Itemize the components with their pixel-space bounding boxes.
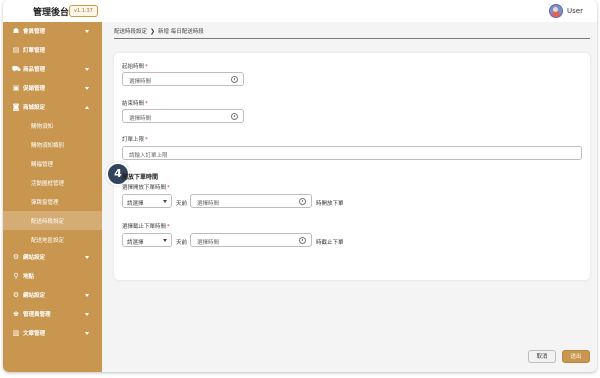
- breadcrumb-parent[interactable]: 配送時段設定: [114, 29, 147, 35]
- sidebar-sub-label: 購福管理: [31, 162, 54, 168]
- article-icon: ▥: [12, 329, 20, 337]
- gear-icon: ⚙: [12, 253, 20, 261]
- chevron-down-icon: [85, 30, 89, 33]
- sidebar-item-products[interactable]: ⛟ 商品管理: [3, 60, 102, 78]
- form-card: 起始時間* 選擇時間 結束時間* 選擇時間 訂單上限* 請輸入訂單上限 4 開放…: [106, 53, 590, 280]
- close-time-label: 選擇截止下單時間*: [122, 224, 170, 230]
- admins-icon: ♚: [12, 310, 20, 318]
- sidebar-item-label: 促銷管理: [23, 86, 46, 92]
- app-window: 管理後台 v1.1.37 User ☗ 會員管理 ▤ 訂單管理 ⛟ 商品管理 ▣…: [3, 0, 597, 372]
- sidebar-sub-label: 配送地區設定: [31, 238, 65, 244]
- chevron-right-icon: ❯: [150, 28, 156, 35]
- open-time-label: 選擇開放下單時間*: [122, 185, 170, 191]
- cancel-button[interactable]: 取消: [528, 350, 556, 363]
- open-order-section-title: 開放下單時間: [122, 174, 159, 181]
- sidebar-sub-item-active[interactable]: 配送時段設定: [3, 211, 102, 230]
- store-icon: ◙: [12, 103, 20, 111]
- sidebar-sub-label: 活動圖框管理: [31, 181, 65, 187]
- sidebar-sub-label: 配送時段設定: [31, 219, 65, 225]
- main-content: 配送時段設定 ❯ 新增 每日配送時段 起始時間* 選擇時間 結束時間* 選擇時間 訂…: [102, 22, 597, 372]
- sidebar-item-label: 訂單管理: [23, 48, 46, 54]
- breadcrumb-divider: [114, 38, 590, 39]
- end-time-input[interactable]: 選擇時間: [122, 109, 244, 123]
- open-days-select[interactable]: 請選擇: [122, 194, 172, 208]
- member-icon: ☗: [12, 27, 20, 35]
- sidebar-item-locations[interactable]: ⚲ 地點: [3, 267, 102, 285]
- user-name[interactable]: User: [567, 7, 583, 15]
- sidebar-item-members[interactable]: ☗ 會員管理: [3, 22, 102, 40]
- breadcrumb: 配送時段設定 ❯ 新增 每日配送時段: [114, 27, 204, 35]
- sidebar-sub-item[interactable]: 彈跳窗管理: [3, 192, 102, 211]
- sidebar-item-label: 商品管理: [23, 67, 46, 73]
- sidebar-item-label: 商城設定: [23, 105, 46, 111]
- sidebar: ☗ 會員管理 ▤ 訂單管理 ⛟ 商品管理 ▣ 促銷管理 ◙ 商城設定 購物須知 …: [3, 22, 102, 372]
- chevron-down-icon: [85, 313, 89, 316]
- sidebar-item-articles[interactable]: ▥ 文章管理: [3, 324, 102, 342]
- chevron-down-icon: [85, 332, 89, 335]
- clock-icon: [299, 198, 306, 205]
- sidebar-sub-label: 彈跳窗管理: [31, 200, 59, 206]
- chevron-down-icon: [85, 68, 89, 71]
- sidebar-item-label: 網站設定: [23, 255, 46, 261]
- sidebar-sub-item[interactable]: 購物須知: [3, 116, 102, 135]
- sidebar-sub-item[interactable]: 購福管理: [3, 154, 102, 173]
- order-icon: ▤: [12, 46, 20, 54]
- start-time-label: 起始時間*: [122, 64, 148, 70]
- brand-title: 管理後台: [33, 8, 70, 18]
- sidebar-item-site-settings-2[interactable]: ⚙ 網站設定: [3, 286, 102, 304]
- sidebar-sub-item[interactable]: 配送地區設定: [3, 230, 102, 249]
- sidebar-item-promotions[interactable]: ▣ 促銷管理: [3, 79, 102, 97]
- chevron-down-icon: [163, 239, 167, 242]
- sidebar-sub-label: 購物須知: [31, 124, 54, 130]
- start-time-input[interactable]: 選擇時間: [122, 72, 244, 86]
- sidebar-sub-label: 購物須知類別: [31, 143, 65, 149]
- sidebar-item-label: 網站設定: [23, 293, 46, 299]
- sidebar-item-admins[interactable]: ♚ 管理員管理: [3, 305, 102, 323]
- clock-icon: [231, 113, 238, 120]
- user-avatar-icon[interactable]: [549, 4, 564, 18]
- sidebar-item-label: 文章管理: [23, 331, 46, 337]
- top-bar: 管理後台 v1.1.37 User: [3, 0, 597, 22]
- sidebar-item-label: 管理員管理: [23, 312, 51, 318]
- version-badge: v1.1.37: [69, 5, 98, 17]
- chevron-down-icon: [85, 87, 89, 90]
- clock-icon: [299, 237, 306, 244]
- sidebar-item-label: 會員管理: [23, 29, 46, 35]
- sidebar-sub-item[interactable]: 購物須知類別: [3, 135, 102, 154]
- chevron-up-icon: [85, 106, 89, 109]
- chevron-down-icon: [163, 200, 167, 203]
- chevron-down-icon: [85, 256, 89, 259]
- promo-icon: ▣: [12, 84, 20, 92]
- sidebar-item-orders[interactable]: ▤ 訂單管理: [3, 41, 102, 59]
- order-limit-input[interactable]: 請輸入訂單上限: [122, 146, 582, 160]
- sidebar-item-store-settings[interactable]: ◙ 商城設定: [3, 98, 102, 116]
- chevron-down-icon: [85, 294, 89, 297]
- gear-icon: ⚙: [12, 291, 20, 299]
- open-suffix-text: 時開放下單: [316, 201, 344, 207]
- cart-icon: ⛟: [12, 65, 21, 73]
- close-days-select[interactable]: 請選擇: [122, 233, 172, 247]
- close-suffix-text: 時截止下單: [316, 240, 344, 246]
- open-days-before-text: 天前: [176, 201, 188, 207]
- location-pin-icon: ⚲: [13, 272, 19, 280]
- sidebar-item-label: 地點: [23, 274, 35, 280]
- user-menu[interactable]: User: [549, 4, 583, 18]
- open-time-input[interactable]: 選擇時間: [190, 194, 312, 208]
- submit-button[interactable]: 送出: [562, 350, 590, 363]
- close-time-input[interactable]: 選擇時間: [190, 233, 312, 247]
- end-time-label: 結束時間*: [122, 101, 148, 107]
- sidebar-sub-item[interactable]: 活動圖框管理: [3, 173, 102, 192]
- breadcrumb-current: 新增 每日配送時段: [158, 29, 204, 35]
- sidebar-item-site-settings[interactable]: ⚙ 網站設定: [3, 248, 102, 266]
- close-days-before-text: 天前: [176, 240, 188, 246]
- order-limit-label: 訂單上限*: [122, 137, 148, 143]
- clock-icon: [231, 76, 238, 83]
